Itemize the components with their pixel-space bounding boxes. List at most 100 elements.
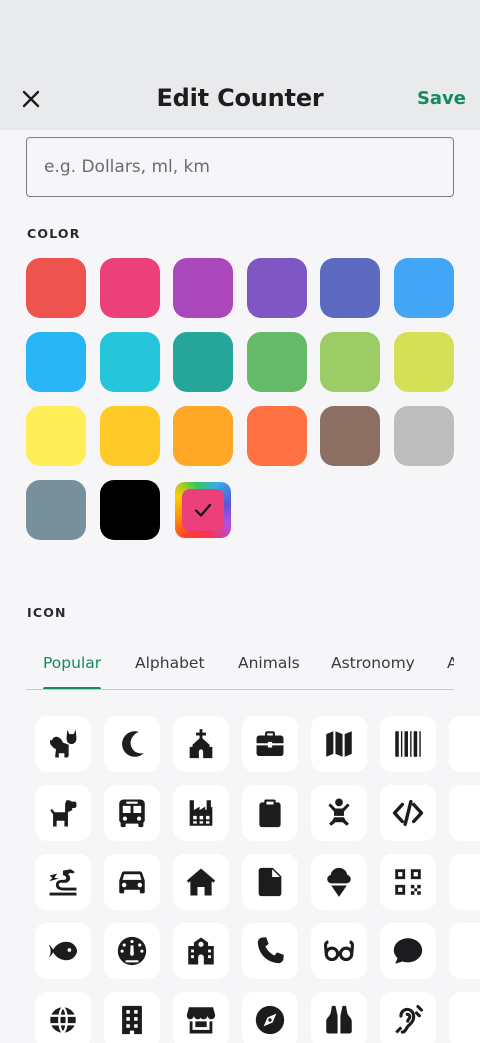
color-swatch-custom-rainbow[interactable] [175, 482, 232, 538]
icon-option-car[interactable] [104, 854, 160, 910]
moon-icon [122, 731, 144, 757]
glasses-icon [323, 940, 355, 961]
shop-icon [186, 1007, 216, 1034]
color-swatch-grey[interactable] [393, 406, 454, 466]
tab-popular[interactable]: Popular [43, 654, 101, 672]
car-icon [119, 871, 145, 894]
tab-alphabet[interactable]: Alphabet [135, 654, 205, 672]
icon-option-building[interactable] [104, 992, 160, 1043]
phone-icon [257, 937, 284, 964]
code-icon [392, 799, 424, 827]
qr-code-icon [395, 869, 421, 895]
color-swatch-light-green[interactable] [320, 332, 381, 392]
color-swatch-purple[interactable] [173, 258, 234, 318]
compass-icon [255, 1005, 285, 1035]
color-swatch-deep-purple[interactable] [246, 258, 307, 318]
icon-option-overflow[interactable] [449, 992, 480, 1043]
selected-color-preview [182, 489, 225, 531]
color-swatch-teal[interactable] [173, 332, 234, 392]
icon-option-file[interactable] [242, 854, 298, 910]
color-swatch-brown[interactable] [320, 406, 381, 466]
icon-option-dragon[interactable] [35, 854, 91, 910]
icon-category-tabs: Popular Alphabet Animals Astronomy A [26, 642, 454, 690]
icon-option-gauge[interactable] [104, 923, 160, 979]
church-icon [189, 729, 213, 759]
icon-option-ear[interactable] [380, 992, 436, 1043]
icon-option-ice-cream[interactable] [311, 854, 367, 910]
icon-option-briefcase[interactable] [242, 716, 298, 772]
color-swatch-pink[interactable] [99, 258, 160, 318]
icon-option-bus[interactable] [104, 785, 160, 841]
icon-option-glasses[interactable] [311, 923, 367, 979]
color-swatch-blue-grey[interactable] [26, 480, 86, 540]
icon-option-fish[interactable] [35, 923, 91, 979]
house-icon [186, 868, 216, 896]
color-swatch-amber[interactable] [99, 406, 160, 466]
baby-icon [328, 798, 350, 826]
color-swatch-yellow[interactable] [26, 406, 86, 466]
clipboard-icon [259, 799, 281, 828]
briefcase-icon [256, 731, 284, 757]
icon-option-code[interactable] [380, 785, 436, 841]
icon-option-church[interactable] [173, 716, 229, 772]
color-swatch-deep-orange[interactable] [246, 406, 307, 466]
icon-option-globe[interactable] [35, 992, 91, 1043]
ear-icon [395, 1004, 424, 1034]
icon-option-factory[interactable] [173, 785, 229, 841]
app-header: Edit Counter Save [0, 70, 480, 130]
chat-bubble-icon [393, 938, 423, 964]
color-section-label: COLOR [27, 226, 81, 241]
dragon-icon [49, 869, 77, 896]
icon-option-cat[interactable] [35, 716, 91, 772]
status-bar [0, 0, 480, 70]
icon-option-clipboard[interactable] [242, 785, 298, 841]
vest-icon [326, 1005, 352, 1034]
icon-option-compass[interactable] [242, 992, 298, 1043]
icon-option-house[interactable] [173, 854, 229, 910]
gauge-icon [117, 936, 147, 966]
dog-icon [50, 800, 77, 827]
tab-animals[interactable]: Animals [238, 654, 300, 672]
icon-option-qr-code[interactable] [380, 854, 436, 910]
fish-icon [48, 941, 78, 961]
icon-option-overflow[interactable] [449, 854, 480, 910]
cat-icon [49, 729, 77, 758]
icon-option-dog[interactable] [35, 785, 91, 841]
icon-option-overflow[interactable] [449, 785, 480, 841]
color-swatch-black[interactable] [99, 480, 160, 540]
icon-option-vest[interactable] [311, 992, 367, 1043]
globe-icon [50, 1006, 76, 1034]
icon-option-baby[interactable] [311, 785, 367, 841]
tab-overflow[interactable]: A [447, 654, 454, 672]
color-swatch-green[interactable] [246, 332, 307, 392]
checkmark-icon [195, 503, 212, 517]
icon-option-barcode[interactable] [380, 716, 436, 772]
color-swatch-light-blue[interactable] [26, 332, 86, 392]
color-grid [26, 258, 454, 540]
icon-option-phone[interactable] [242, 923, 298, 979]
icon-option-chat-bubble[interactable] [380, 923, 436, 979]
map-icon [326, 731, 352, 757]
icon-option-map[interactable] [311, 716, 367, 772]
active-tab-indicator [43, 687, 101, 689]
icon-option-overflow[interactable] [449, 716, 480, 772]
file-icon [258, 867, 282, 897]
color-swatch-lime[interactable] [393, 332, 454, 392]
tab-astronomy[interactable]: Astronomy [331, 654, 415, 672]
unit-input[interactable] [26, 137, 454, 197]
icon-grid [35, 716, 480, 1043]
icon-option-shop[interactable] [173, 992, 229, 1043]
school-icon [188, 937, 214, 965]
color-swatch-orange[interactable] [173, 406, 234, 466]
icon-section-label: ICON [27, 605, 67, 620]
icon-option-school[interactable] [173, 923, 229, 979]
color-swatch-cyan[interactable] [99, 332, 160, 392]
building-icon [122, 1005, 142, 1035]
icon-option-overflow[interactable] [449, 923, 480, 979]
color-swatch-red[interactable] [26, 258, 86, 318]
save-button[interactable]: Save [417, 88, 466, 109]
page-title: Edit Counter [156, 84, 324, 112]
color-swatch-blue[interactable] [393, 258, 454, 318]
color-swatch-indigo[interactable] [320, 258, 381, 318]
icon-option-moon[interactable] [104, 716, 160, 772]
